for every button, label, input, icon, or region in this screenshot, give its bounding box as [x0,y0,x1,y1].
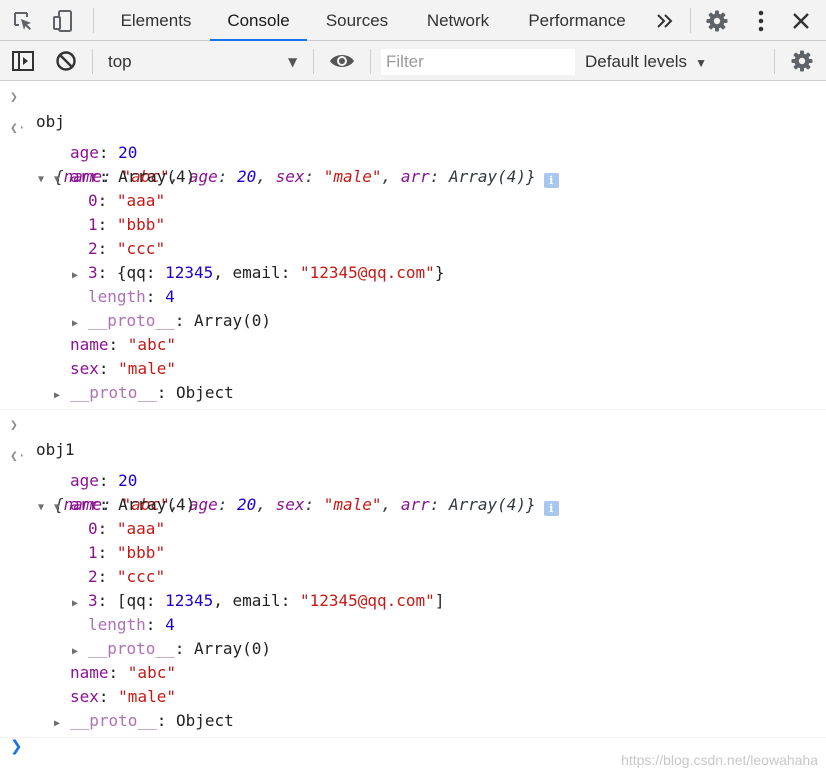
property-age: age: 20 [70,471,138,490]
console-output: ❯ obj ❮· ▼ {name: "abc", age: 20, sex: "ma… [0,82,826,774]
console-entry: ❯ obj ❮· ▼ {name: "abc", age: 20, sex: "ma… [0,82,826,410]
property-sex: sex: "male" [70,687,176,706]
array-proto[interactable]: ▶ __proto__: Array(0) [0,309,826,333]
input-chevron-icon: ❯ [10,90,18,105]
close-icon[interactable] [788,8,814,34]
property-name: name: "abc" [70,663,176,682]
array-length: length: 4 [88,615,175,634]
result-arrow-icon: ❮· [10,449,26,464]
object-proto[interactable]: ▶ __proto__: Object [0,381,826,405]
array-item-1: 1: "bbb" [88,543,166,562]
clear-console-icon[interactable] [53,49,79,73]
collapsed-triangle-icon[interactable]: ▶ [54,384,70,408]
array-item-0: 0: "aaa" [88,519,166,538]
tab-network[interactable]: Network [414,0,502,40]
array-item-2: 2: "ccc" [88,239,166,258]
watermark: https://blog.csdn.net/leowahaha [621,752,818,768]
context-selector[interactable]: top [108,41,132,81]
settings-icon[interactable] [703,8,731,34]
array-item-3[interactable]: ▶ 3: {qq: 12345, email: "12345@qq.com"} [0,261,826,285]
array-item-2: 2: "ccc" [88,567,166,586]
tab-console[interactable]: Console [210,0,307,41]
console-result-line[interactable]: ❮· ▼ {name: "abc", age: 20, sex: "male", … [0,445,826,516]
array-item-0: 0: "aaa" [88,191,166,210]
console-entry: ❯ obj1 ❮· ▼ {name: "abc", age: 20, sex: "m… [0,410,826,738]
devtools-tab-bar: Elements Console Sources Network Perform… [0,0,826,41]
tab-bar-divider [690,8,691,33]
toolbar-divider [774,49,775,74]
array-length: length: 4 [88,287,175,306]
log-levels-dropdown[interactable]: Default levels ▼ [585,41,707,81]
toolbar-divider [313,49,314,74]
property-sex: sex: "male" [70,359,176,378]
toolbar-divider [92,49,93,74]
eye-icon[interactable] [328,49,356,73]
array-proto[interactable]: ▶ __proto__: Array(0) [0,637,826,661]
context-dropdown-arrow-icon[interactable]: ▼ [288,55,297,69]
tab-sources[interactable]: Sources [318,0,396,40]
toolbar-divider [370,49,371,74]
console-result-line[interactable]: ❮· ▼ {name: "abc", age: 20, sex: "male", … [0,117,826,188]
property-arr[interactable]: ▼ arr: Array(4) [0,165,826,189]
object-proto[interactable]: ▶ __proto__: Object [0,709,826,733]
property-arr[interactable]: ▼ arr: Array(4) [0,493,826,517]
result-arrow-icon: ❮· [10,121,26,136]
kebab-menu-icon[interactable] [748,8,774,34]
more-tabs-icon[interactable] [652,8,678,34]
filter-input[interactable] [381,49,575,75]
log-levels-label: Default levels [585,52,688,71]
input-chevron-icon: ❯ [10,418,18,433]
device-toolbar-icon[interactable] [50,8,78,34]
sidebar-toggle-icon[interactable] [10,49,36,73]
property-name: name: "abc" [70,335,176,354]
console-settings-icon[interactable] [788,49,816,73]
tab-elements[interactable]: Elements [110,0,202,40]
console-input-line: ❯ obj1 [0,414,826,459]
tab-performance[interactable]: Performance [520,0,634,40]
array-item-1: 1: "bbb" [88,215,166,234]
prompt-chevron-icon: ❯ [10,737,23,755]
levels-dropdown-arrow-icon: ▼ [695,56,707,70]
collapsed-triangle-icon[interactable]: ▶ [54,712,70,736]
property-age: age: 20 [70,143,138,162]
inspect-element-icon[interactable] [10,8,36,34]
console-input-line: ❯ obj [0,86,826,131]
array-item-3[interactable]: ▶ 3: [qq: 12345, email: "12345@qq.com"] [0,589,826,613]
tab-bar-divider [93,8,94,33]
